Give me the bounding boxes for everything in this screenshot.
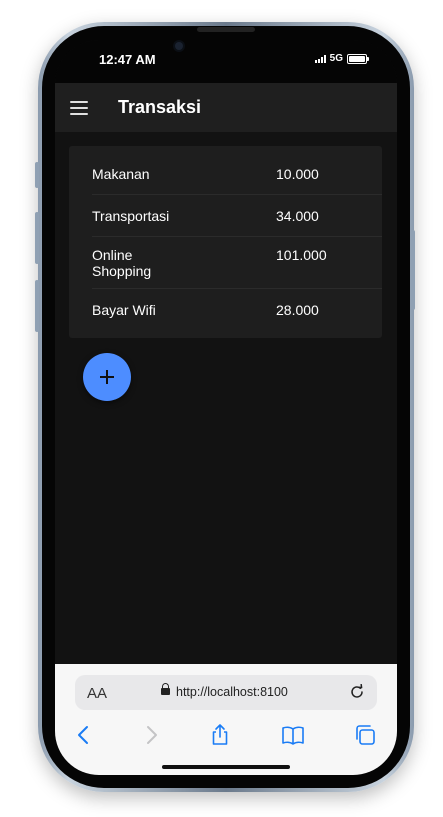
transaction-amount: 101.000 — [276, 247, 327, 263]
transaction-label: Makanan — [92, 166, 150, 182]
lock-icon — [161, 683, 170, 695]
transaction-label: Bayar Wifi — [92, 302, 156, 318]
transaction-amount: 34.000 — [276, 208, 319, 224]
transaction-amount: 10.000 — [276, 166, 319, 182]
network-label: 5G — [329, 53, 343, 64]
list-item[interactable]: Bayar Wifi 28.000 — [92, 288, 382, 338]
speaker-grille — [197, 27, 255, 32]
transaction-label: Transportasi — [92, 208, 170, 224]
reload-icon[interactable] — [349, 684, 365, 700]
tabs-icon[interactable] — [353, 723, 377, 747]
url-text: http://localhost:8100 — [176, 685, 288, 699]
volume-down-button — [35, 280, 39, 332]
list-item[interactable]: Online Shopping 101.000 — [92, 236, 382, 289]
page-title: Transaksi — [118, 97, 202, 117]
power-button — [411, 230, 415, 310]
forward-icon[interactable] — [139, 723, 163, 747]
status-indicators: 5G — [314, 53, 369, 64]
status-bar: 12:47 AM 5G — [55, 40, 397, 83]
share-icon[interactable] — [208, 723, 232, 747]
text-size-button[interactable]: AA — [87, 685, 107, 702]
address-bar[interactable]: AA http://localhost:8100 — [75, 675, 377, 710]
transaction-label: Online Shopping — [92, 247, 152, 279]
back-icon[interactable] — [72, 723, 96, 747]
safari-toolbar: AA http://localhost:8100 — [55, 664, 397, 775]
plus-icon — [100, 370, 114, 384]
volume-up-button — [35, 212, 39, 264]
browser-navigation — [55, 719, 397, 751]
bookmarks-icon[interactable] — [281, 723, 305, 747]
list-item[interactable]: Makanan 10.000 — [92, 146, 382, 195]
list-item[interactable]: Transportasi 34.000 — [92, 194, 382, 237]
transaction-list: Makanan 10.000 Transportasi 34.000 Onlin… — [69, 146, 382, 338]
front-camera — [175, 42, 183, 50]
mute-switch — [35, 162, 39, 188]
add-transaction-button[interactable] — [83, 353, 131, 401]
status-time: 12:47 AM — [99, 52, 156, 67]
home-indicator — [162, 765, 290, 769]
app-toolbar: Transaksi — [55, 83, 397, 132]
menu-icon[interactable] — [70, 101, 88, 115]
phone-screen: 12:47 AM 5G Transaksi Makanan 10.000 Tra… — [55, 40, 397, 775]
transaction-amount: 28.000 — [276, 302, 319, 318]
signal-icon — [314, 54, 326, 63]
battery-icon — [347, 53, 369, 64]
